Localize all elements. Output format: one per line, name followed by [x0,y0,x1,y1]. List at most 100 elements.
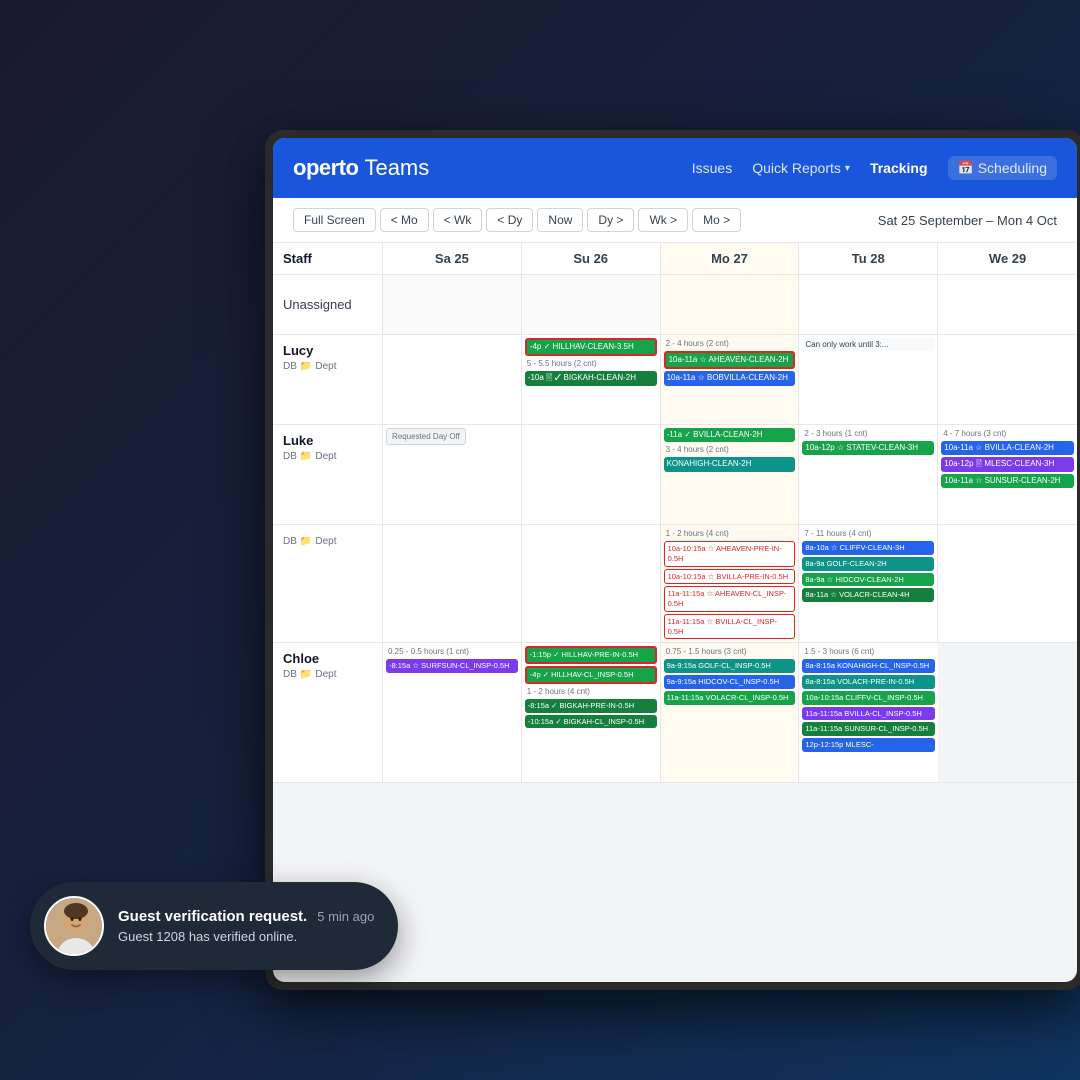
event-aheaven-insp[interactable]: 11a-11:15a ☆ AHEAVEN-CL_INSP-0.5H [664,586,796,612]
event-hidcov-clean[interactable]: 8a-9a ☆ HIDCOV-CLEAN-2H [802,573,934,587]
logo-operto: operto [293,155,358,181]
chloe-su26-hours: 1 - 2 hours (4 cnt) [525,686,657,697]
event-volacr-insp[interactable]: 11a-11:15a VOLACR-CL_INSP-0.5H [664,691,796,705]
event-hillhav-clean[interactable]: -4p ✓ HILLHAV-CLEAN-3.5H [525,338,657,356]
toast-avatar [44,896,104,956]
chloe-dept: DB 📁 Dept [283,669,372,680]
event-bigkah-pre-in[interactable]: -8:15a ✓ BIGKAH-PRE-IN-0.5H [525,699,657,713]
chloe-we29: 1.5 - 3 hours (6 cnt) 8a-8:15a KONAHIGH-… [799,643,938,782]
logo-teams: Teams [364,155,429,181]
row-unnamed: DB 📁 Dept 1 - 2 hours (4 cnt) 10a-10:15a… [273,525,1077,643]
unnamed-staff-cell: DB 📁 Dept [273,525,383,642]
unassigned-mo27 [661,275,800,334]
next-week-button[interactable]: Wk > [638,208,688,232]
event-bigkah-clean[interactable]: -10a 🖹 ✓ BIGKAH-CLEAN-2H [525,371,657,385]
nav-scheduling[interactable]: 📅 Scheduling [948,156,1057,180]
event-bvilla-insp-we[interactable]: 11a-11:15a BVILLA-CL_INSP-0.5H [802,707,935,721]
nav-quick-reports[interactable]: Quick Reports ▾ [752,160,850,176]
chloe-sa25-hours: 0.25 - 0.5 hours (1 cnt) [386,646,518,657]
unnamed-su26 [522,525,661,642]
unassigned-we29 [938,275,1077,334]
folder-icon: 📁 [300,451,312,462]
chloe-su26: -1:15p ✓ HILLHAV-PRE-IN-0.5H -4p ✓ HILLH… [522,643,661,782]
event-statev-clean[interactable]: 10a-12p ☆ STATEV-CLEAN-3H [802,441,934,455]
next-month-button[interactable]: Mo > [692,208,741,232]
unnamed-tu28-hours: 7 - 11 hours (4 cnt) [802,528,934,539]
event-volacr-pre-in[interactable]: 8a-8:15a VOLACR-PRE-IN-0.5H [802,675,935,689]
toolbar-buttons: Full Screen < Mo < Wk < Dy Now Dy > Wk >… [293,208,741,232]
event-aheaven-pre-in[interactable]: 10a-10:15a ☆ AHEAVEN-PRE-IN-0.5H [664,541,796,567]
prev-week-button[interactable]: < Wk [433,208,483,232]
nav-tracking[interactable]: Tracking [870,160,928,176]
toast-title-text: Guest verification request. [118,908,307,925]
app-header: operto Teams Issues Quick Reports ▾ Trac… [273,138,1077,198]
we29-col-header: We 29 [938,243,1077,274]
tu28-col-header: Tu 28 [799,243,938,274]
unassigned-label: Unassigned [283,297,352,312]
event-bigkah-cl-insp[interactable]: -10:15a ✓ BIGKAH-CL_INSP-0.5H [525,715,657,729]
event-aheaven-clean[interactable]: 10a-11a ☆ AHEAVEN-CLEAN-2H [664,351,796,369]
lucy-dept: DB 📁 Dept [283,361,372,372]
luke-mo27-hours: 3 - 4 hours (2 cnt) [664,444,796,455]
su26-col-header: Su 26 [522,243,661,274]
row-lucy: Lucy DB 📁 Dept -4p ✓ HILLHAV-CLEAN-3.5H … [273,335,1077,425]
unassigned-su26 [522,275,661,334]
requested-day-off: Requested Day Off [386,428,466,445]
row-luke: Luke DB 📁 Dept Requested Day Off -11a ✓ … [273,425,1077,525]
unassigned-sa25 [383,275,522,334]
luke-tu28-hours: 2 - 3 hours (1 cnt) [802,428,934,439]
event-sunsur-insp[interactable]: 11a-11:15a SUNSUR-CL_INSP-0.5H [802,722,935,736]
event-bvilla-clean[interactable]: -11a ✓ BVILLA-CLEAN-2H [664,428,796,442]
event-bvilla-pre-in[interactable]: 10a-10:15a ☆ BVILLA-PRE-IN-0.5H [664,569,796,585]
event-mlesc-clean[interactable]: 10a-12p 🖹 MLESC-CLEAN-3H [941,457,1074,471]
event-sunsur-clean[interactable]: 10a-11a ☆ SUNSUR-CLEAN-2H [941,474,1074,488]
lucy-sa25 [383,335,522,424]
unnamed-sa25 [383,525,522,642]
next-day-button[interactable]: Dy > [587,208,634,232]
luke-name: Luke [283,433,372,448]
event-volacr-clean[interactable]: 8a-11a ☆ VOLACR-CLEAN-4H [802,588,934,602]
luke-we29-hours: 4 - 7 hours (3 cnt) [941,428,1074,439]
chloe-we29-hours: 1.5 - 3 hours (6 cnt) [802,646,935,657]
fullscreen-button[interactable]: Full Screen [293,208,376,232]
nav-issues[interactable]: Issues [692,160,732,176]
chloe-sa25: 0.25 - 0.5 hours (1 cnt) -8:15a ☆ SURFSU… [383,643,522,782]
event-bobvilla-clean[interactable]: 10a-11a ☆ BOBVILLA-CLEAN-2H [664,371,796,385]
dept-label: Dept [315,451,336,462]
event-surfsun-insp[interactable]: -8:15a ☆ SURFSUN-CL_INSP-0.5H [386,659,518,673]
event-konahigh-clean[interactable]: KONAHIGH-CLEAN-2H [664,457,796,471]
sa25-col-header: Sa 25 [383,243,522,274]
event-mlesc-insp[interactable]: 12p-12:15p MLESC- [802,738,935,752]
unnamed-dept: DB 📁 Dept [283,536,372,547]
header-nav: Issues Quick Reports ▾ Tracking 📅 Schedu… [692,156,1057,180]
calendar-header: Staff Sa 25 Su 26 Mo 27 Tu 28 We 29 [273,243,1077,275]
event-hidcov-insp[interactable]: 9a-9:15a HIDCOV-CL_INSP-0.5H [664,675,796,689]
prev-day-button[interactable]: < Dy [486,208,533,232]
now-button[interactable]: Now [537,208,583,232]
toast-body: Guest 1208 has verified online. [118,929,374,944]
row-unassigned: Unassigned [273,275,1077,335]
prev-month-button[interactable]: < Mo [380,208,429,232]
event-cliffv-clean[interactable]: 8a-10a ☆ CLIFFV-CLEAN-3H [802,541,934,555]
toast-time: 5 min ago [317,909,374,924]
lucy-su26-hours: 5 - 5.5 hours (2 cnt) [525,358,657,369]
chloe-staff-cell: Chloe DB 📁 Dept [273,643,383,782]
mo27-col-header: Mo 27 [661,243,800,274]
toast-title: Guest verification request. 5 min ago [118,908,374,925]
toast-notification: Guest verification request. 5 min ago Gu… [30,882,398,970]
event-bvilla-clean-we[interactable]: 10a-11a ☆ BVILLA-CLEAN-2H [941,441,1074,455]
event-konahigh-insp[interactable]: 8a-8:15a KONAHIGH-CL_INSP-0.5H [802,659,935,673]
chloe-mo27-hours: 0.75 - 1.5 hours (3 cnt) [664,646,796,657]
lucy-su26: -4p ✓ HILLHAV-CLEAN-3.5H 5 - 5.5 hours (… [522,335,661,424]
event-bvilla-insp[interactable]: 11a-11:15a ☆ BVILLA-CL_INSP-0.5H [664,614,796,640]
lucy-we29 [938,335,1077,424]
event-cliffv-insp[interactable]: 10a-10:15a CLIFFV-CL_INSP-0.5H [802,691,935,705]
luke-we29: 4 - 7 hours (3 cnt) 10a-11a ☆ BVILLA-CLE… [938,425,1077,524]
event-golf-insp[interactable]: 9a-9:15a GOLF-CL_INSP-0.5H [664,659,796,673]
luke-staff-cell: Luke DB 📁 Dept [273,425,383,524]
luke-mo27: -11a ✓ BVILLA-CLEAN-2H 3 - 4 hours (2 cn… [661,425,800,524]
event-hillhav-pre-in[interactable]: -1:15p ✓ HILLHAV-PRE-IN-0.5H [525,646,657,664]
event-golf-clean[interactable]: 8a-9a GOLF-CLEAN-2H [802,557,934,571]
event-hillhav-cl-insp[interactable]: -4p ✓ HILLHAV-CL_INSP-0.5H [525,666,657,684]
lucy-staff-cell: Lucy DB 📁 Dept [273,335,383,424]
